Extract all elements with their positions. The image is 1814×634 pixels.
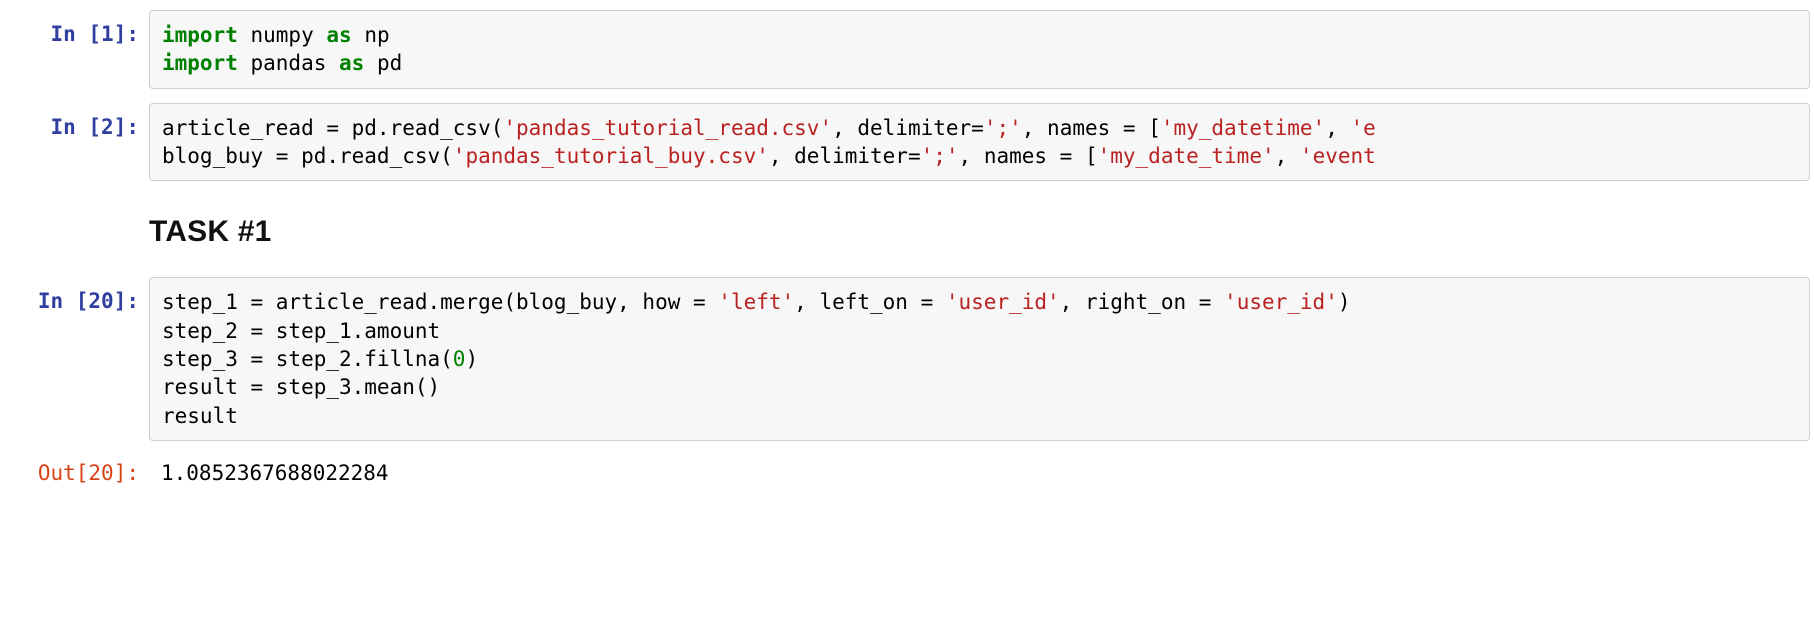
- input-prompt: In [20]:: [4, 277, 149, 325]
- code-text: , names = [: [959, 144, 1098, 168]
- prompt-number: 1: [101, 22, 114, 46]
- number-literal: 0: [453, 347, 466, 371]
- prompt-suffix: ]:: [114, 22, 139, 46]
- output-cell: Out[20]: 1.0852367688022284: [4, 449, 1810, 497]
- code-text: , left_on =: [794, 290, 946, 314]
- code-text: , right_on =: [1060, 290, 1224, 314]
- string-literal: 'my_date_time': [1098, 144, 1275, 168]
- markdown-cell: TASK #1: [4, 195, 1810, 263]
- code-cell: In [2]: article_read = pd.read_csv('pand…: [4, 103, 1810, 182]
- output-text: 1.0852367688022284: [149, 449, 1810, 497]
- output-prompt: Out[20]:: [4, 449, 149, 497]
- markdown-output: TASK #1: [149, 195, 1810, 263]
- prompt-number: 20: [88, 289, 113, 313]
- string-literal: 'event: [1300, 144, 1376, 168]
- string-literal: 'pandas_tutorial_read.csv': [503, 116, 832, 140]
- prompt-suffix: ]:: [114, 115, 139, 139]
- code-input[interactable]: import numpy as np import pandas as pd: [149, 10, 1810, 89]
- code-text: blog_buy = pd.read_csv(: [162, 144, 453, 168]
- prompt-prefix: In [: [50, 115, 101, 139]
- string-literal: ';': [921, 144, 959, 168]
- code-text: np: [352, 23, 390, 47]
- keyword-as: as: [339, 51, 364, 75]
- code-text: ,: [1325, 116, 1350, 140]
- code-text: pandas: [238, 51, 339, 75]
- code-cell: In [20]: step_1 = article_read.merge(blo…: [4, 277, 1810, 441]
- string-literal: 'pandas_tutorial_buy.csv': [453, 144, 769, 168]
- keyword-import: import: [162, 51, 238, 75]
- code-text: ): [1338, 290, 1351, 314]
- code-text: result = step_3.mean(): [162, 375, 440, 399]
- prompt-number: 2: [101, 115, 114, 139]
- keyword-as: as: [326, 23, 351, 47]
- string-literal: 'left': [718, 290, 794, 314]
- code-text: step_2 = step_1.amount: [162, 319, 440, 343]
- code-text: step_3 = step_2.fillna(: [162, 347, 453, 371]
- code-input[interactable]: article_read = pd.read_csv('pandas_tutor…: [149, 103, 1810, 182]
- string-literal: ';': [984, 116, 1022, 140]
- task-heading: TASK #1: [149, 215, 1798, 249]
- prompt-suffix: ]:: [114, 461, 139, 485]
- notebook-container: In [1]: import numpy as np import pandas…: [0, 0, 1814, 521]
- input-prompt: In [2]:: [4, 103, 149, 151]
- input-prompt: In [1]:: [4, 10, 149, 58]
- prompt-suffix: ]:: [114, 289, 139, 313]
- code-text: pd: [364, 51, 402, 75]
- code-text: ,: [1275, 144, 1300, 168]
- code-text: ): [465, 347, 478, 371]
- keyword-import: import: [162, 23, 238, 47]
- prompt-prefix: In [: [50, 22, 101, 46]
- code-text: result: [162, 404, 238, 428]
- code-text: , names = [: [1022, 116, 1161, 140]
- string-literal: 'user_id': [1224, 290, 1338, 314]
- prompt-prefix: In [: [38, 289, 89, 313]
- code-text: , delimiter=: [769, 144, 921, 168]
- string-literal: 'e: [1351, 116, 1376, 140]
- code-input[interactable]: step_1 = article_read.merge(blog_buy, ho…: [149, 277, 1810, 441]
- code-text: article_read = pd.read_csv(: [162, 116, 503, 140]
- code-cell: In [1]: import numpy as np import pandas…: [4, 10, 1810, 89]
- string-literal: 'user_id': [946, 290, 1060, 314]
- string-literal: 'my_datetime': [1161, 116, 1325, 140]
- code-text: , delimiter=: [832, 116, 984, 140]
- prompt-prefix: Out[: [38, 461, 89, 485]
- code-text: step_1 = article_read.merge(blog_buy, ho…: [162, 290, 718, 314]
- empty-prompt: [4, 195, 149, 215]
- prompt-number: 20: [88, 461, 113, 485]
- code-text: numpy: [238, 23, 327, 47]
